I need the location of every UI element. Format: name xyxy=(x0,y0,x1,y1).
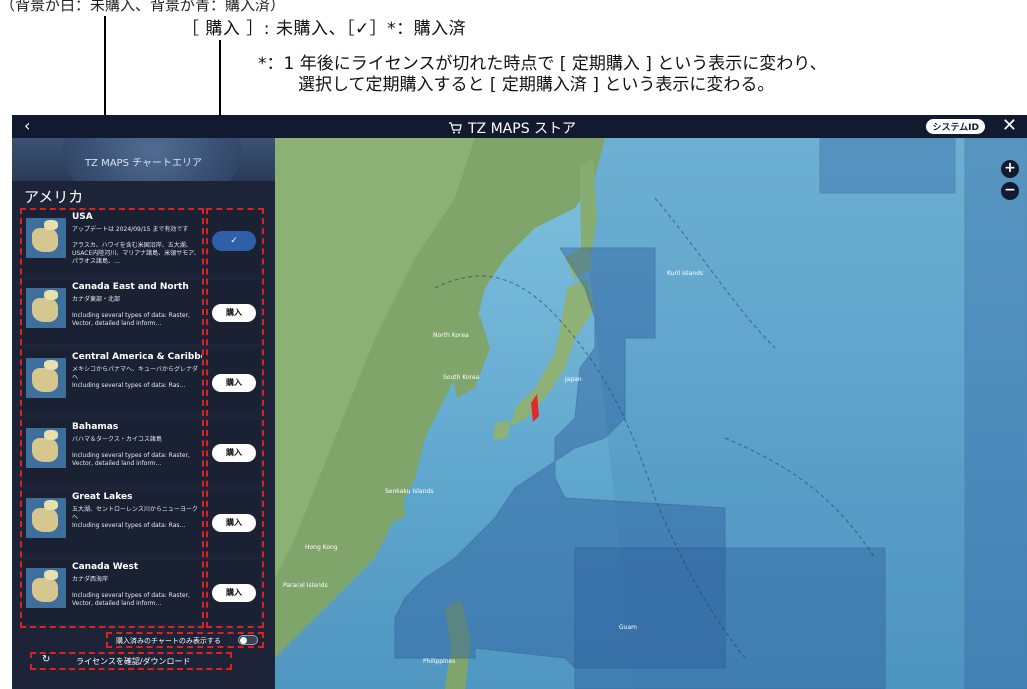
license-download-label: ライセンスを確認/ダウンロード xyxy=(76,657,191,666)
map-label-hong-kong: Hong Kong xyxy=(305,544,338,551)
chevron-left-icon[interactable]: ‹ xyxy=(24,116,30,135)
zoom-out-button[interactable]: − xyxy=(1001,182,1019,200)
annotation-note-line-1: *：1 年後にライセンスが切れた時点で [ 定期購入 ] という表示に変わり、 xyxy=(258,54,827,74)
annotation-subscription-note: *：1 年後にライセンスが切れた時点で [ 定期購入 ] という表示に変わり、 … xyxy=(258,54,1018,96)
region-heading: アメリカ xyxy=(24,188,84,206)
chart-map[interactable]: Kuril Islands North Korea South Korea Ja… xyxy=(275,138,1027,689)
window-title-text: TZ MAPS ストア xyxy=(468,121,577,137)
chart-area-banner[interactable]: TZ MAPS チャートエリア xyxy=(12,138,275,181)
cart-icon xyxy=(449,122,462,134)
map-label-south-korea: South Korea xyxy=(443,374,480,381)
annotation-buy-states: ［ 購入 ］: 未購入、［✓］*：購入済 xyxy=(182,19,467,39)
map-label-senkaku: Senkaku Islands xyxy=(385,488,434,495)
license-row[interactable]: ↻ ライセンスを確認/ダウンロード xyxy=(32,653,232,669)
map-label-north-korea: North Korea xyxy=(433,332,469,339)
window-title: TZ MAPS ストア xyxy=(448,118,576,138)
map-label-philippines: Philippines xyxy=(423,658,456,665)
annotation-note-line-2: 選択して定期購入すると [ 定期購入済 ] という表示に変わる。 xyxy=(298,75,775,95)
purchased-only-label: 購入済みのチャートのみ表示する xyxy=(116,637,221,645)
map-label-paracel: Paracel Islands xyxy=(283,582,328,589)
refresh-icon: ↻ xyxy=(42,654,51,665)
annotation-box-buttons xyxy=(206,208,264,628)
annotation-background-legend: （背景が白：未購入、背景が青：購入済） xyxy=(0,0,286,14)
chart-sidebar: TZ MAPS チャートエリア アメリカ USA アップデートは 2024/09… xyxy=(12,138,275,689)
purchased-only-toggle-row[interactable]: 購入済みのチャートのみ表示する xyxy=(108,633,268,647)
annotation-box-list xyxy=(20,208,204,628)
map-label-guam: Guam xyxy=(619,624,637,631)
map-label-japan: Japan xyxy=(565,376,582,383)
purchased-only-toggle[interactable] xyxy=(238,635,258,645)
map-graphic xyxy=(275,138,1027,689)
titlebar: ‹ TZ MAPS ストア システムID ✕ xyxy=(12,115,1027,138)
close-icon[interactable]: ✕ xyxy=(1002,115,1017,136)
system-id-button[interactable]: システムID xyxy=(926,119,985,134)
chart-area-label: TZ MAPS チャートエリア xyxy=(84,158,203,169)
tz-maps-store-window: ‹ TZ MAPS ストア システムID ✕ TZ MAPS チャートエリア ア… xyxy=(12,115,1027,689)
map-label-kuril: Kuril Islands xyxy=(667,270,704,277)
zoom-in-button[interactable]: + xyxy=(1001,160,1019,178)
